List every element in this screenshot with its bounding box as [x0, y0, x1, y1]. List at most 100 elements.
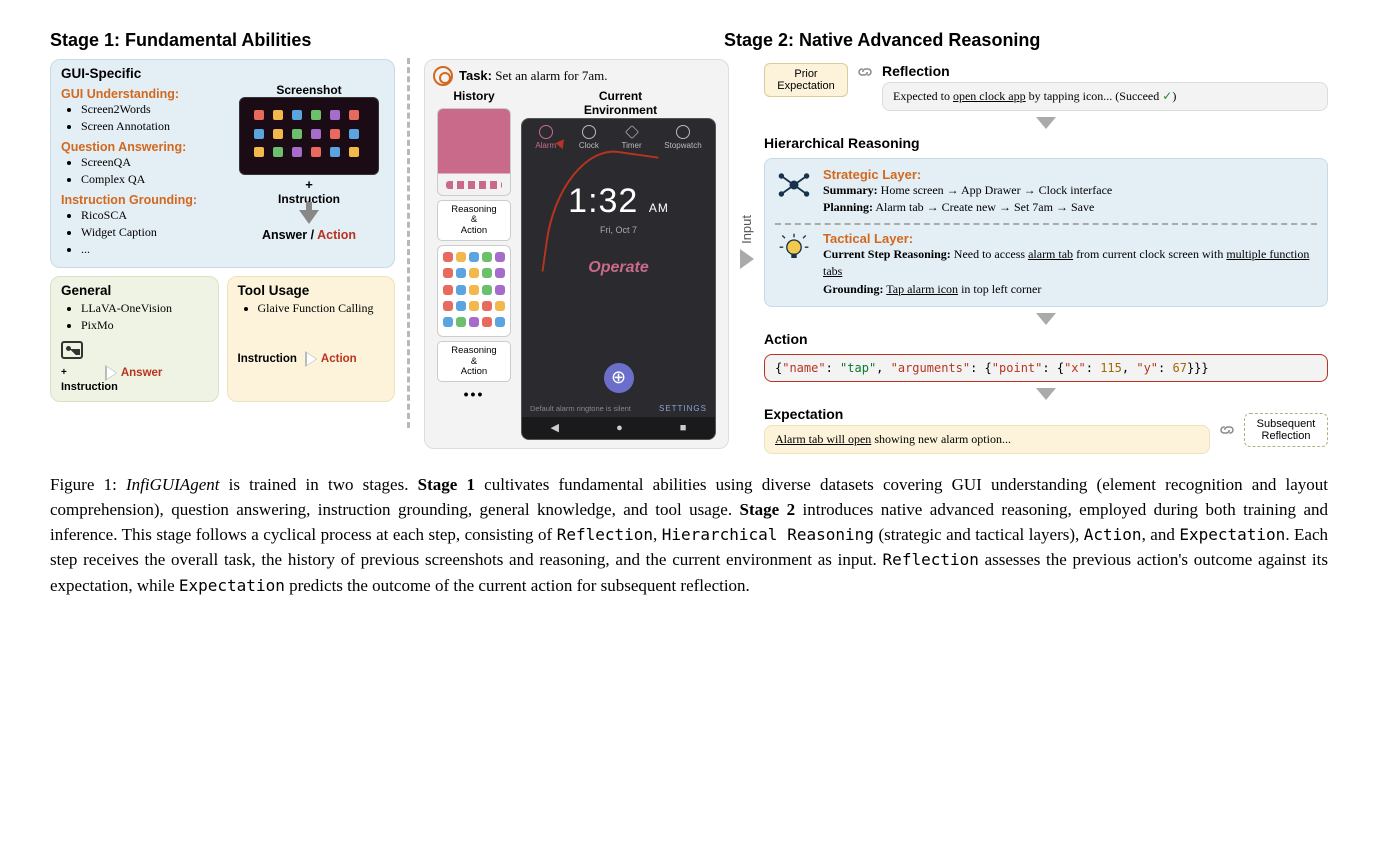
list-item: ...: [81, 241, 224, 258]
clock-icon: [582, 125, 596, 139]
image-icon: [61, 341, 83, 359]
diagram: Stage 1: Fundamental Abilities GUI-Speci…: [50, 30, 1328, 454]
env-label: Current Environment: [521, 90, 720, 118]
gui-specific-panel: GUI-Specific GUI Understanding: Screen2W…: [50, 59, 395, 268]
tab-timer: Timer: [622, 125, 642, 150]
ringtone-text: Default alarm ringtone is silent: [530, 404, 631, 413]
app-icon: [469, 268, 479, 278]
arrow-right-icon: [105, 365, 117, 381]
down-arrow-icon: [1036, 388, 1056, 400]
app-icon: [495, 285, 505, 295]
network-icon: [775, 167, 813, 205]
nav-home-icon: ●: [616, 422, 623, 434]
hierarchical-box: Strategic Layer: Summary: Home screen → …: [764, 158, 1328, 307]
expectation-heading: Expectation: [764, 406, 1210, 422]
app-icon: [482, 252, 492, 262]
alarm-icon: [539, 125, 553, 139]
app-icon: [443, 317, 453, 327]
app-icon: [482, 268, 492, 278]
down-arrow-icon: [1036, 313, 1056, 325]
history-label: History: [453, 90, 494, 104]
layer-separator: [775, 223, 1317, 225]
list-item: ScreenQA: [81, 154, 224, 171]
list-item: LLaVA-OneVision: [81, 300, 208, 317]
app-icon: [469, 285, 479, 295]
app-icon: [456, 252, 466, 262]
app-icon: [349, 110, 359, 120]
check-icon: ✓: [1162, 89, 1172, 103]
app-icon: [254, 147, 264, 157]
settings-link: SETTINGS: [659, 404, 707, 413]
app-icon: [292, 129, 302, 139]
app-icon: [273, 110, 283, 120]
instruction-small: Instruction: [61, 381, 208, 393]
list-item: Screen2Words: [81, 101, 224, 118]
list-item: RicoSCA: [81, 207, 224, 224]
tab-stopwatch: Stopwatch: [664, 125, 701, 150]
answer-action-label: Answer / Action: [262, 228, 356, 242]
history-thumb-drawer: [437, 245, 511, 337]
app-icon: [311, 110, 321, 120]
app-icon: [456, 268, 466, 278]
subsequent-reflection-box: Subsequent Reflection: [1244, 413, 1328, 447]
app-icon: [482, 285, 492, 295]
stage2-column: . Task: Set an alarm for 7am. History Re…: [424, 30, 1328, 454]
timer-icon: [625, 125, 639, 139]
target-icon: [433, 66, 453, 86]
action-heading: Action: [764, 331, 1328, 347]
screenshot-thumbnail: [239, 97, 379, 175]
cat-grounding: Instruction Grounding:: [61, 193, 224, 207]
app-icon: [292, 110, 302, 120]
gui-heading: GUI-Specific: [61, 66, 384, 81]
app-icon: [495, 301, 505, 311]
app-icon: [469, 301, 479, 311]
list-item: Screen Annotation: [81, 118, 224, 135]
app-icon: [330, 147, 340, 157]
general-heading: General: [61, 283, 208, 298]
down-arrow-icon: [1036, 117, 1056, 129]
app-icon: [254, 129, 264, 139]
app-icon: [443, 252, 453, 262]
ellipsis-icon: •••: [464, 386, 485, 402]
reasoning-column: Stage 2: Native Advanced Reasoning Prior…: [764, 30, 1328, 454]
general-panel: General LLaVA-OneVision PixMo + Answer: [50, 276, 219, 402]
nav-bar: ◀●■: [522, 417, 715, 439]
hierarchical-heading: Hierarchical Reasoning: [764, 135, 1328, 151]
reasoning-action-box: Reasoning & Action: [437, 200, 511, 241]
app-icon: [456, 317, 466, 327]
strategic-title: Strategic Layer:: [823, 167, 1317, 182]
tactical-title: Tactical Layer:: [823, 231, 1317, 246]
env-panel: Task: Set an alarm for 7am. History Reas…: [424, 59, 729, 449]
gui-understanding-list: Screen2Words Screen Annotation: [61, 101, 224, 136]
app-icon: [456, 285, 466, 295]
app-icon: [330, 110, 340, 120]
tab-clock: Clock: [579, 125, 599, 150]
list-item: Widget Caption: [81, 224, 224, 241]
figure-caption: Figure 1: InfiGUIAgent is trained in two…: [50, 472, 1328, 598]
app-icon: [349, 147, 359, 157]
app-icon: [330, 129, 340, 139]
stopwatch-icon: [676, 125, 690, 139]
clock-screenshot: Alarm Clock Timer Stopwatch 1:32 AM Fri,…: [521, 118, 716, 440]
tool-list: Glaive Function Calling: [238, 300, 385, 317]
instruction-small: Instruction: [238, 353, 297, 365]
input-label: Input: [739, 215, 754, 244]
general-list: LLaVA-OneVision PixMo: [61, 300, 208, 335]
nav-back-icon: ◀: [551, 421, 559, 434]
reflection-box: Expected to open clock app by tapping ic…: [882, 82, 1328, 111]
prior-expectation-box: Prior Expectation: [764, 63, 848, 97]
app-icon: [443, 268, 453, 278]
app-icon: [254, 110, 264, 120]
stage-divider: [407, 58, 410, 428]
expectation-box: Alarm tab will open showing new alarm op…: [764, 425, 1210, 454]
plus-label: +: [305, 177, 313, 192]
app-icon: [456, 301, 466, 311]
cat-qa: Question Answering:: [61, 140, 224, 154]
add-alarm-fab: ⊕: [604, 363, 634, 393]
link-icon: [856, 63, 874, 81]
tab-alarm: Alarm: [535, 125, 556, 150]
stage2-title: Stage 2: Native Advanced Reasoning: [724, 30, 1328, 51]
tool-usage-panel: Tool Usage Glaive Function Calling Instr…: [227, 276, 396, 402]
list-item: Complex QA: [81, 171, 224, 188]
app-icon: [443, 285, 453, 295]
